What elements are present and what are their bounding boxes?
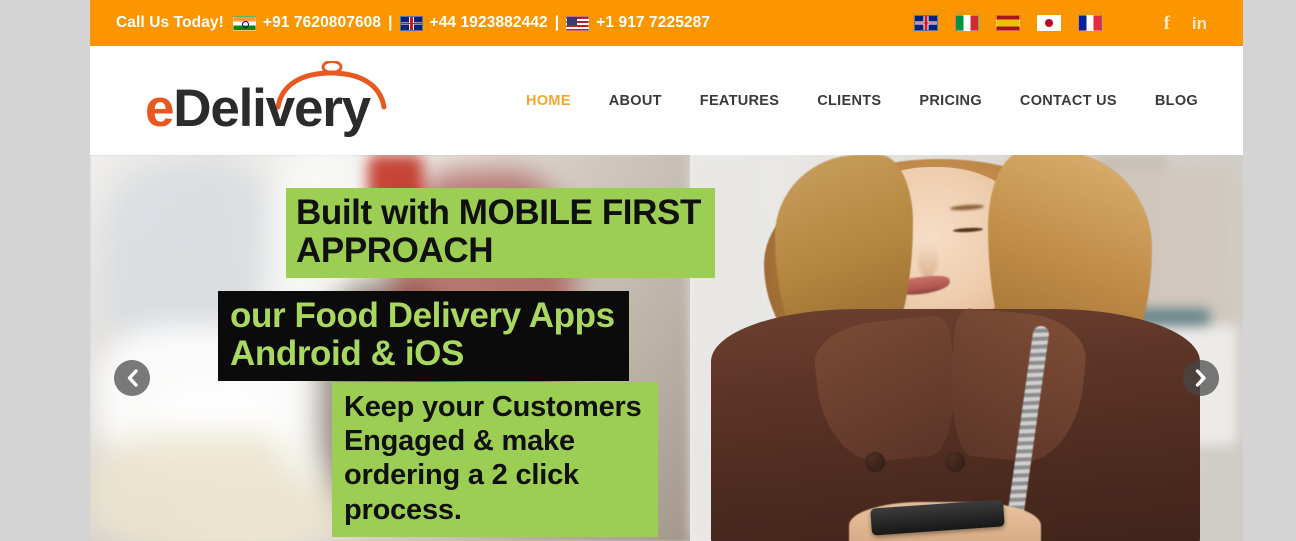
hero-carousel: Built with MOBILE FIRST APPROACH our Foo… — [90, 155, 1243, 541]
logo-edelivery[interactable]: eDelivery — [120, 59, 390, 143]
language-flag-spain[interactable] — [995, 15, 1020, 31]
call-us-label: Call Us Today! — [116, 14, 224, 31]
uk-flag-icon — [399, 15, 423, 31]
language-flag-uk[interactable] — [913, 15, 938, 31]
logo-letter-e: e — [145, 78, 174, 138]
phone-number-usa[interactable]: +1 917 7225287 — [596, 14, 710, 32]
page-root: Call Us Today! +91 7620807608 | +44 1923… — [0, 0, 1296, 541]
main-navigation: HOME ABOUT FEATURES CLIENTS PRICING CONT… — [507, 93, 1223, 109]
language-selector — [913, 15, 1102, 31]
website-viewport: Call Us Today! +91 7620807608 | +44 1923… — [90, 0, 1243, 541]
india-flag-icon — [232, 15, 256, 31]
nav-item-contact-us[interactable]: CONTACT US — [1001, 93, 1136, 109]
hero-headline-primary: Built with MOBILE FIRST APPROACH — [286, 188, 715, 278]
social-links: f in — [1164, 14, 1207, 33]
contact-separator-2: | — [554, 14, 560, 31]
usa-flag-icon — [566, 15, 590, 31]
hero-headline-secondary: our Food Delivery Apps Android & iOS — [218, 291, 629, 381]
chevron-right-icon — [1195, 369, 1206, 387]
hero-bg-right-store — [689, 155, 1243, 541]
carousel-next-button[interactable] — [1183, 360, 1219, 396]
nav-item-clients[interactable]: CLIENTS — [798, 93, 900, 109]
linkedin-icon[interactable]: in — [1192, 15, 1207, 32]
facebook-icon[interactable]: f — [1164, 14, 1170, 33]
logo-text-delivery: Delivery — [173, 78, 371, 138]
contact-numbers-group: Call Us Today! +91 7620807608 | +44 1923… — [116, 14, 712, 32]
top-contact-bar: Call Us Today! +91 7620807608 | +44 1923… — [90, 0, 1243, 46]
phone-number-uk[interactable]: +44 1923882442 — [430, 14, 548, 32]
language-flag-france[interactable] — [1077, 15, 1102, 31]
language-flag-italy[interactable] — [954, 15, 979, 31]
chevron-left-icon — [127, 369, 138, 387]
logo-wordmark: eDelivery — [145, 78, 371, 138]
carousel-prev-button[interactable] — [114, 360, 150, 396]
nav-item-pricing[interactable]: PRICING — [900, 93, 1001, 109]
phone-number-india[interactable]: +91 7620807608 — [263, 14, 381, 32]
nav-item-features[interactable]: FEATURES — [681, 93, 798, 109]
language-flag-japan[interactable] — [1036, 15, 1061, 31]
woman-with-smartphone-photo — [701, 155, 1232, 541]
nav-item-blog[interactable]: BLOG — [1136, 93, 1217, 109]
hero-headline-tertiary: Keep your Customers Engaged & make order… — [332, 382, 658, 537]
nav-item-home[interactable]: HOME — [507, 93, 590, 109]
site-header: eDelivery HOME ABOUT FEATURES CLIENTS PR… — [90, 46, 1243, 155]
contact-separator-1: | — [388, 14, 393, 31]
nav-item-about[interactable]: ABOUT — [590, 93, 681, 109]
